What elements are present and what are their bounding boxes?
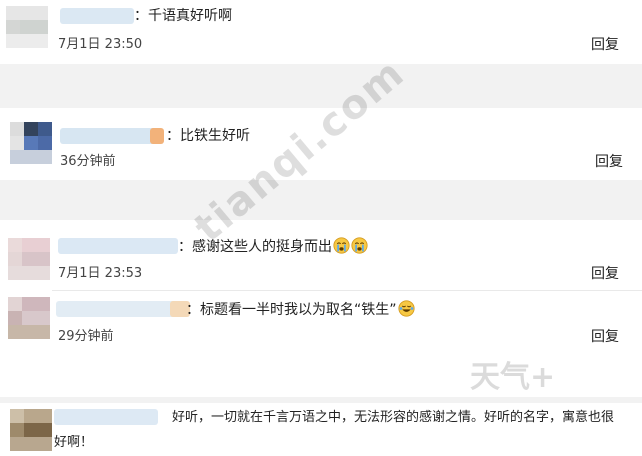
- comment-text: ：比铁生好听: [166, 128, 250, 144]
- username-blurred[interactable]: [60, 8, 134, 24]
- tears-of-joy-icon: [397, 300, 415, 317]
- comment-card-5: 好听，一切就在千言万语之中，无法形容的感谢之情。好听的名字，寓意也很 好啊！: [0, 403, 642, 456]
- comment-text-line-1: 好听，一切就在千言万语之中，无法形容的感谢之情。好听的名字，寓意也很: [172, 410, 615, 425]
- username-blurred[interactable]: [60, 128, 160, 144]
- username-blurred[interactable]: [54, 409, 158, 425]
- comment-time: 7月1日 23:50: [58, 37, 143, 52]
- username-blurred[interactable]: [56, 301, 180, 317]
- comment-time: 7月1日 23:53: [58, 266, 143, 281]
- watermark-brand: 天气+: [470, 360, 556, 395]
- username-blurred[interactable]: [58, 238, 178, 254]
- comment-time: 29分钟前: [58, 329, 114, 344]
- comment-time: 36分钟前: [60, 154, 116, 169]
- comment-text: ：千语真好听啊: [134, 8, 232, 24]
- reply-button[interactable]: 回复: [591, 265, 619, 283]
- comment-text-body: ：感谢这些人的挺身而出: [178, 239, 332, 255]
- reply-button[interactable]: 回复: [595, 153, 623, 171]
- comment-card-1: ：千语真好听啊 7月1日 23:50 回复: [0, 0, 642, 64]
- avatar[interactable]: [10, 122, 52, 164]
- avatar[interactable]: [8, 297, 50, 339]
- separator: [0, 180, 642, 220]
- comment-text-body: ：标题看一半时我以为取名“铁生”: [186, 302, 397, 318]
- reply-button[interactable]: 回复: [591, 328, 619, 346]
- user-badge-blurred: [150, 128, 164, 144]
- comment-text: ：标题看一半时我以为取名“铁生”: [186, 300, 415, 319]
- comment-text-line-2: 好啊！: [54, 435, 94, 450]
- crying-face-icon: [333, 237, 350, 254]
- avatar[interactable]: [10, 409, 52, 451]
- comment-card-3: ：感谢这些人的挺身而出 7月1日 23:53 回复: [0, 220, 642, 292]
- crying-face-icon: [351, 237, 368, 254]
- comment-card-4: ：标题看一半时我以为取名“铁生” 29分钟前 回复: [0, 291, 642, 345]
- reply-button[interactable]: 回复: [591, 36, 619, 54]
- avatar[interactable]: [8, 238, 50, 280]
- avatar[interactable]: [6, 6, 48, 48]
